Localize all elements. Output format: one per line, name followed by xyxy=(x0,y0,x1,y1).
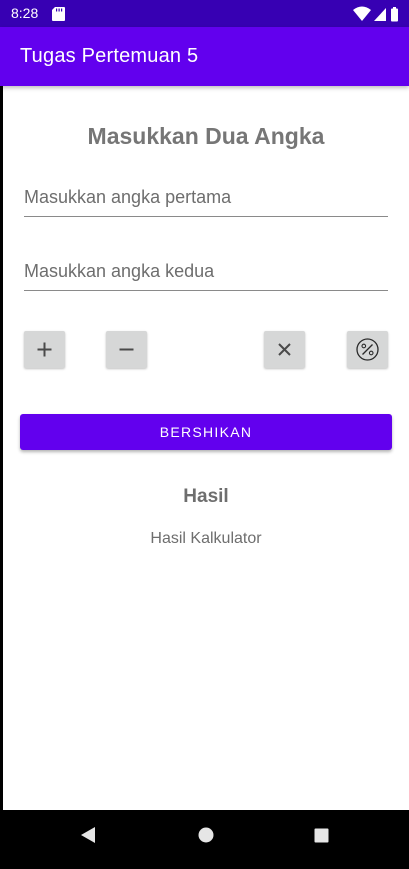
battery-icon xyxy=(391,7,398,22)
home-icon[interactable] xyxy=(198,827,214,843)
sd-card-icon xyxy=(52,7,65,21)
status-bar: 8:28 xyxy=(0,0,409,27)
minus-icon xyxy=(119,348,134,351)
back-icon[interactable] xyxy=(80,826,96,844)
plus-icon xyxy=(37,342,52,357)
app-bar: Tugas Pertemuan 5 xyxy=(0,27,409,86)
multiply-icon xyxy=(278,343,291,356)
multiply-button[interactable] xyxy=(264,331,305,368)
wifi-icon xyxy=(353,6,371,21)
percent-icon xyxy=(356,338,379,361)
recents-icon[interactable] xyxy=(314,828,329,843)
clear-button[interactable]: BERSHIKAN xyxy=(20,414,392,450)
divide-button[interactable] xyxy=(347,331,388,368)
signal-icon xyxy=(374,8,386,21)
subtract-button[interactable] xyxy=(106,331,147,368)
status-icons xyxy=(353,6,398,22)
result-title: Hasil xyxy=(183,486,229,507)
add-button[interactable] xyxy=(24,331,65,368)
navigation-bar xyxy=(0,810,409,869)
main-content: Masukkan Dua Angka BERSHIKAN Hasil Hasil… xyxy=(3,86,409,810)
app-title: Tugas Pertemuan 5 xyxy=(20,45,199,67)
second-number-input[interactable] xyxy=(24,257,388,291)
form-heading: Masukkan Dua Angka xyxy=(87,123,325,149)
status-time: 8:28 xyxy=(11,5,39,21)
first-number-input[interactable] xyxy=(24,183,388,217)
result-value: Hasil Kalkulator xyxy=(150,530,262,547)
